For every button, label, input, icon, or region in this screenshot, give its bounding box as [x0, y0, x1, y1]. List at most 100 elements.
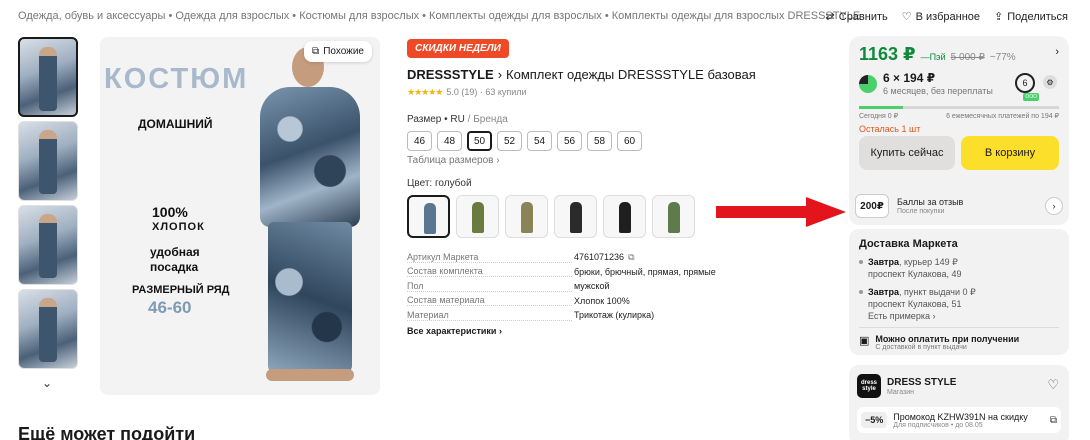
thumbnail-3[interactable] — [18, 205, 78, 285]
divider — [859, 327, 1059, 328]
chevron-down-icon[interactable]: ⌄ — [42, 376, 52, 390]
image-size-range: 46-60 — [148, 298, 192, 317]
price-row[interactable]: 1163 ₽ —Пэй 5 000 ₽ −77% — [859, 44, 1059, 65]
size-brand[interactable]: / Бренда — [468, 114, 508, 125]
spec-value: брюки, брючный, прямая, прямые — [574, 266, 716, 277]
add-to-cart-button[interactable]: В корзину — [961, 136, 1059, 170]
promo-subtitle: Для подписчиков • до 08.05 — [893, 421, 983, 429]
color-option[interactable] — [554, 195, 597, 238]
fitting-link[interactable]: Есть примерка › — [859, 311, 1059, 321]
copy-icon[interactable]: ⧉ — [628, 252, 634, 263]
recommendations-title: Ещё может подойти — [18, 424, 196, 440]
chevron-right-icon[interactable]: › — [1045, 197, 1063, 215]
similar-button[interactable]: ⧉ Похожие — [304, 41, 372, 62]
points-badge: 200₽ — [855, 194, 889, 218]
delivery-pickup[interactable]: Завтра, пункт выдачи 0 ₽ проспект Кулако… — [859, 286, 1059, 310]
spec-key: Состав комплекта — [407, 266, 572, 278]
spec-key: Артикул Маркета — [407, 252, 572, 263]
spec-row: Состав комплекта брюки, брючный, прямая, … — [407, 265, 727, 280]
points-subtitle: После покупки — [897, 208, 945, 215]
payment-progress — [859, 106, 1059, 109]
color-option[interactable] — [603, 195, 646, 238]
image-cotton: ХЛОПОК — [152, 221, 205, 233]
split-count-badge: 6 — [1015, 73, 1035, 93]
color-option[interactable] — [456, 195, 499, 238]
color-option[interactable] — [652, 195, 695, 238]
shop-logo[interactable]: dress style — [857, 374, 881, 398]
size-option-52[interactable]: 52 — [497, 131, 522, 151]
size-option-46[interactable]: 46 — [407, 131, 432, 151]
spec-row: Пол мужской — [407, 279, 727, 294]
size-option-48[interactable]: 48 — [437, 131, 462, 151]
points-title: Баллы за отзыв — [897, 197, 964, 207]
red-arrow-annotation — [716, 197, 846, 227]
spec-row: Артикул Маркета 4761071236 ⧉ — [407, 250, 727, 265]
size-selector: 46 48 50 52 54 56 58 60 — [407, 131, 727, 151]
main-product-image[interactable]: КОСТЮМ ДОМАШНИЙ 100% ХЛОПОК удобная поса… — [100, 37, 380, 395]
chevron-right-icon: › — [497, 67, 503, 82]
delivery-address: проспект Кулакова, 51 — [868, 299, 962, 309]
promo-code[interactable]: −5% Промокод KZHW391N на скидку Для подп… — [857, 407, 1061, 433]
promo-title: Промокод KZHW391N на скидку — [893, 411, 1028, 422]
spec-list: Артикул Маркета 4761071236 ⧉ Состав компле… — [407, 250, 727, 323]
delivery-method: , курьер 149 ₽ — [898, 257, 958, 267]
share-label: Поделиться — [1007, 10, 1068, 23]
rating[interactable]: ★★★★★ 5.0 (19) · 63 купили — [407, 87, 727, 98]
review-points-card[interactable]: 200₽ Баллы за отзыв После покупки › — [849, 187, 1069, 225]
brand-link[interactable]: DRESSSTYLE — [407, 67, 494, 82]
stock-status: Осталась 1 шт — [859, 124, 921, 134]
size-system[interactable]: Размер • RU — [407, 114, 465, 125]
share-button[interactable]: ⇪ Поделиться — [994, 10, 1068, 24]
split-subtitle: 6 месяцев, без переплаты — [883, 86, 993, 96]
settings-icon[interactable]: ⚙ — [1043, 75, 1057, 89]
image-percent: 100% — [152, 204, 188, 220]
size-option-58[interactable]: 58 — [587, 131, 612, 151]
image-size-label: РАЗМЕРНЫЙ РЯД — [132, 284, 230, 296]
delivery-courier[interactable]: Завтра, курьер 149 ₽ проспект Кулакова, … — [859, 256, 1059, 280]
weekly-discount-badge[interactable]: СКИДКИ НЕДЕЛИ — [407, 39, 509, 58]
size-option-54[interactable]: 54 — [527, 131, 552, 151]
size-option-60[interactable]: 60 — [617, 131, 642, 151]
image-search-icon: ⧉ — [312, 46, 320, 57]
thumbnail-4[interactable] — [18, 289, 78, 369]
favorite-button[interactable]: ♡ В избранное — [902, 10, 981, 24]
product-title: DRESSSTYLE › Комплект одежды DRESSSTYLE … — [407, 67, 756, 82]
shop-card: dress style DRESS STYLE Магазин ♡ −5% Пр… — [849, 365, 1069, 440]
color-option[interactable] — [407, 195, 450, 238]
size-table-link[interactable]: Таблица размеров › — [407, 155, 727, 166]
image-subtitle: ДОМАШНИЙ — [138, 117, 213, 131]
copy-icon[interactable]: ⧉ — [1050, 415, 1057, 426]
monthly-payment: 6 ежемесячных платежей по 194 ₽ — [946, 113, 1059, 120]
spec-value: мужской — [574, 281, 610, 292]
breadcrumb[interactable]: Одежда, обувь и аксессуары • Одежда для … — [18, 10, 860, 22]
size-option-50[interactable]: 50 — [467, 131, 492, 151]
spec-value: Хлопок 100% — [574, 295, 630, 306]
favorite-label: В избранное — [915, 10, 981, 23]
shop-name[interactable]: DRESS STYLE — [887, 377, 956, 388]
thumbnail-2[interactable] — [18, 121, 78, 201]
color-option[interactable] — [505, 195, 548, 238]
delivery-address: проспект Кулакова, 49 — [868, 269, 962, 279]
spec-key: Материал — [407, 310, 572, 321]
all-specs-link[interactable]: Все характеристики › — [407, 326, 727, 336]
split-payment[interactable]: 6 × 194 ₽ 6 месяцев, без переплаты 6 ООО… — [859, 71, 1059, 101]
delivery-day: Завтра — [868, 287, 899, 297]
promo-badge: −5% — [861, 412, 888, 428]
size-option-56[interactable]: 56 — [557, 131, 582, 151]
buy-now-button[interactable]: Купить сейчас — [859, 136, 955, 170]
delivery-method: , пункт выдачи 0 ₽ — [898, 287, 976, 297]
current-price: 1163 ₽ — [859, 44, 916, 64]
delivery-card: Доставка Маркета Завтра, курьер 149 ₽ пр… — [849, 229, 1069, 355]
compare-button[interactable]: ⇄ Сравнить — [826, 10, 888, 24]
heart-icon[interactable]: ♡ — [1047, 377, 1059, 393]
buy-buttons: Купить сейчас В корзину — [859, 136, 1059, 170]
thumbnail-list — [18, 37, 80, 373]
pay-on-delivery: ▣ Можно оплатить при получении С доставк… — [859, 334, 1059, 351]
spec-value: 4761071236 — [574, 252, 625, 263]
chevron-right-icon[interactable]: › — [1055, 46, 1059, 58]
spec-row: Состав материала Хлопок 100% — [407, 294, 727, 309]
product-name: Комплект одежды DRESSSTYLE базовая — [506, 67, 756, 82]
wallet-icon: ▣ — [859, 335, 870, 347]
delivery-day: Завтра — [868, 257, 899, 267]
thumbnail-1[interactable] — [18, 37, 78, 117]
